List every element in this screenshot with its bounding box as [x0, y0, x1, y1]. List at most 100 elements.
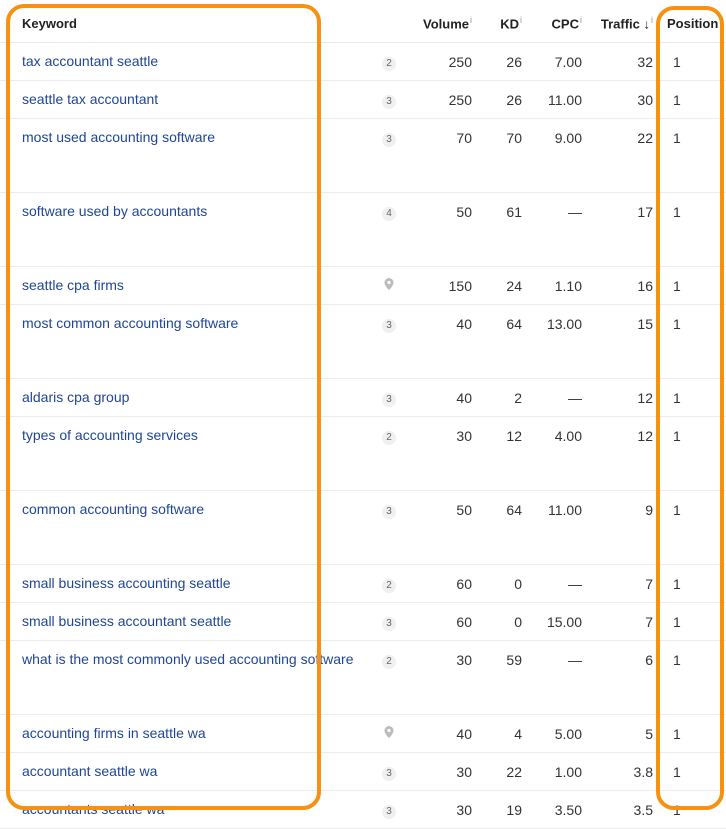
serp-features-cell: 3: [368, 490, 410, 565]
serp-features-badge[interactable]: 3: [382, 133, 396, 147]
keyword-link[interactable]: most common accounting software: [22, 315, 238, 331]
keyword-link[interactable]: seattle cpa firms: [22, 277, 124, 293]
header-serp: [368, 5, 410, 43]
kd-cell: 2: [478, 378, 528, 417]
position-cell: 1: [659, 80, 726, 119]
serp-features-badge[interactable]: 3: [382, 95, 396, 109]
keyword-cell: small business accounting seattle: [0, 564, 368, 603]
serp-features-cell: [368, 266, 410, 305]
table-header-row: Keyword Volumei KDi CPCi Traffic ↓i Posi…: [0, 5, 726, 43]
keyword-link[interactable]: what is the most commonly used accountin…: [22, 651, 354, 667]
keyword-link[interactable]: accountants seattle wa: [22, 801, 164, 817]
kd-cell: 24: [478, 266, 528, 305]
kd-cell: 19: [478, 790, 528, 829]
info-icon[interactable]: i: [651, 15, 653, 25]
position-cell: 1: [659, 752, 726, 791]
info-icon[interactable]: i: [580, 15, 582, 25]
serp-features-badge[interactable]: 2: [382, 655, 396, 669]
table-row: common accounting software 3 50 64 11.00 9 1: [0, 490, 726, 565]
serp-features-cell: 3: [368, 790, 410, 829]
header-cpc[interactable]: CPCi: [528, 5, 588, 43]
serp-features-badge[interactable]: 3: [382, 617, 396, 631]
traffic-cell: 7: [588, 602, 659, 641]
header-keyword[interactable]: Keyword: [0, 5, 368, 43]
header-kd[interactable]: KDi: [478, 5, 528, 43]
kd-cell: 22: [478, 752, 528, 791]
keyword-link[interactable]: types of accounting services: [22, 427, 198, 443]
table-row: aldaris cpa group 3 40 2—12 1: [0, 378, 726, 417]
serp-features-badge[interactable]: 3: [382, 767, 396, 781]
keyword-link[interactable]: software used by accountants: [22, 203, 207, 219]
serp-features-badge[interactable]: 2: [382, 579, 396, 593]
table-row: accountants seattle wa 3 30 19 3.50 3.5 1: [0, 790, 726, 829]
traffic-cell: 15: [588, 304, 659, 379]
keyword-link[interactable]: seattle tax accountant: [22, 91, 158, 107]
cpc-cell: 11.00: [528, 490, 588, 565]
keywords-table: Keyword Volumei KDi CPCi Traffic ↓i Posi…: [0, 5, 726, 829]
table-row: most used accounting software 3 70 70 9.00 22…: [0, 118, 726, 193]
traffic-cell: 22: [588, 118, 659, 193]
kd-cell: 70: [478, 118, 528, 193]
table-row: types of accounting services 2 30 12 4.00 12 1: [0, 416, 726, 491]
serp-features-badge[interactable]: 3: [382, 393, 396, 407]
cpc-cell: 4.00: [528, 416, 588, 491]
traffic-cell: 16: [588, 266, 659, 305]
traffic-cell: 12: [588, 378, 659, 417]
cpc-cell: —: [528, 378, 588, 417]
keyword-link[interactable]: accounting firms in seattle wa: [22, 725, 206, 741]
cpc-cell: —: [528, 192, 588, 267]
info-icon[interactable]: i: [520, 15, 522, 25]
serp-features-cell: 3: [368, 118, 410, 193]
serp-features-badge[interactable]: 3: [382, 319, 396, 333]
keyword-link[interactable]: small business accounting seattle: [22, 575, 231, 591]
traffic-cell: 9: [588, 490, 659, 565]
position-cell: 1: [659, 490, 726, 565]
header-position[interactable]: Position: [659, 5, 726, 43]
position-cell: 1: [659, 304, 726, 379]
cpc-cell: 13.00: [528, 304, 588, 379]
volume-cell: 250: [410, 42, 478, 81]
table-row: accounting firms in seattle wa 40 4 5.00 5 1: [0, 714, 726, 753]
keyword-link[interactable]: accountant seattle wa: [22, 763, 157, 779]
cpc-cell: 3.50: [528, 790, 588, 829]
cpc-cell: 11.00: [528, 80, 588, 119]
keyword-cell: what is the most commonly used accountin…: [0, 640, 368, 715]
sort-desc-icon: ↓: [643, 16, 651, 32]
serp-features-badge[interactable]: 4: [382, 207, 396, 221]
volume-cell: 70: [410, 118, 478, 193]
keyword-link[interactable]: small business accountant seattle: [22, 613, 231, 629]
serp-features-badge[interactable]: 3: [382, 805, 396, 819]
header-volume[interactable]: Volumei: [410, 5, 478, 43]
kd-cell: 64: [478, 304, 528, 379]
volume-cell: 40: [410, 304, 478, 379]
keyword-link[interactable]: aldaris cpa group: [22, 389, 129, 405]
traffic-cell: 3.5: [588, 790, 659, 829]
location-pin-icon[interactable]: [382, 725, 396, 739]
info-icon[interactable]: i: [470, 15, 472, 25]
keyword-link[interactable]: tax accountant seattle: [22, 53, 158, 69]
keyword-cell: accountants seattle wa: [0, 790, 368, 829]
volume-cell: 30: [410, 416, 478, 491]
keyword-cell: most common accounting software: [0, 304, 368, 379]
location-pin-icon[interactable]: [382, 277, 396, 291]
position-cell: 1: [659, 378, 726, 417]
kd-cell: 59: [478, 640, 528, 715]
header-traffic[interactable]: Traffic ↓i: [588, 5, 659, 43]
serp-features-cell: 3: [368, 752, 410, 791]
traffic-cell: 17: [588, 192, 659, 267]
keyword-link[interactable]: most used accounting software: [22, 129, 215, 145]
cpc-cell: —: [528, 564, 588, 603]
position-cell: 1: [659, 192, 726, 267]
kd-cell: 26: [478, 80, 528, 119]
serp-features-cell: 3: [368, 80, 410, 119]
serp-features-cell: [368, 714, 410, 753]
traffic-cell: 3.8: [588, 752, 659, 791]
serp-features-badge[interactable]: 3: [382, 505, 396, 519]
table-row: seattle cpa firms 150 24 1.10 16 1: [0, 266, 726, 305]
cpc-cell: 1.00: [528, 752, 588, 791]
table-row: small business accountant seattle 3 60 0 15.…: [0, 602, 726, 641]
serp-features-badge[interactable]: 2: [382, 57, 396, 71]
position-cell: 1: [659, 42, 726, 81]
keyword-link[interactable]: common accounting software: [22, 501, 204, 517]
serp-features-badge[interactable]: 2: [382, 431, 396, 445]
